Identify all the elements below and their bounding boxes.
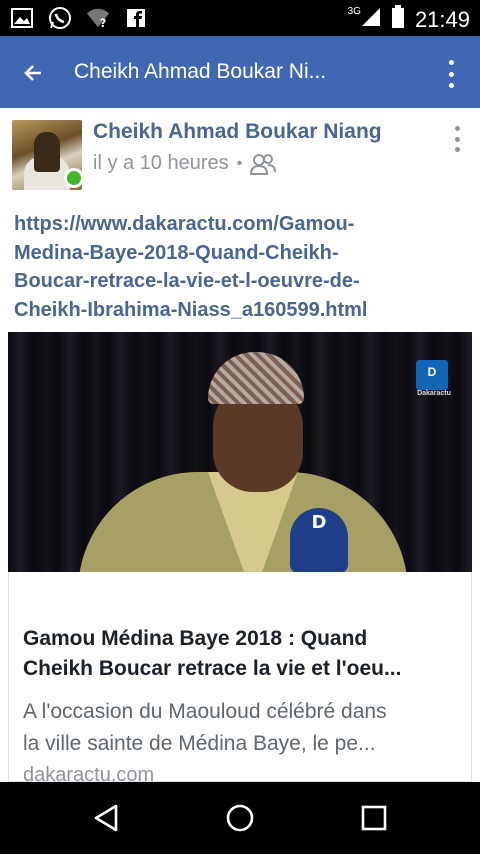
nav-recents-button[interactable] — [354, 800, 394, 836]
dakaractu-logo: D Dakaractu — [416, 360, 451, 397]
battery-icon — [391, 5, 405, 34]
gallery-icon — [10, 6, 34, 30]
microphone: D — [290, 508, 348, 572]
status-notifications: ? — [10, 6, 148, 30]
facebook-icon — [124, 6, 148, 30]
more-vert-icon — [454, 126, 460, 131]
card-title[interactable]: Gamou Médina Baye 2018 : Quand Cheikh Bo… — [23, 624, 453, 684]
clock: 21:49 — [414, 6, 470, 32]
status-bar: ? 3G 21:49 — [0, 0, 480, 36]
nav-back-button[interactable] — [86, 800, 126, 836]
post-options-button[interactable] — [452, 126, 462, 152]
signal-icon — [361, 7, 381, 32]
triangle-back-icon — [94, 804, 118, 832]
online-status-indicator — [64, 168, 84, 188]
author-name[interactable]: Cheikh Ahmad Boukar Niang — [93, 120, 382, 144]
app-bar: Cheikh Ahmad Boukar Ni... — [0, 36, 480, 108]
post-link-line[interactable]: Boucar-retrace-la-vie-et-l-oeuvre-de- — [14, 267, 470, 296]
status-system: 3G 21:49 — [348, 5, 470, 34]
post-link-line[interactable]: https://www.dakaractu.com/Gamou- — [14, 210, 470, 239]
network-type: 3G — [347, 6, 361, 17]
page-title: Cheikh Ahmad Boukar Ni... — [74, 60, 327, 83]
post-link-line[interactable]: Medina-Baye-2018-Quand-Cheikh- — [14, 239, 470, 268]
more-vert-icon — [448, 60, 454, 65]
more-options-button[interactable] — [444, 60, 458, 88]
post-meta: il y a 10 heures • — [93, 152, 277, 175]
post-link[interactable]: https://www.dakaractu.com/Gamou- Medina-… — [14, 210, 470, 324]
meta-separator: • — [236, 154, 243, 172]
friends-icon[interactable] — [250, 153, 277, 175]
whatsapp-icon — [48, 6, 72, 30]
navigation-bar — [0, 782, 480, 854]
back-button[interactable] — [18, 58, 48, 88]
post-time[interactable]: il y a 10 heures — [93, 152, 229, 175]
svg-text:?: ? — [100, 17, 106, 29]
square-recents-icon — [361, 805, 387, 831]
link-preview-image[interactable]: D D Dakaractu — [8, 332, 472, 572]
circle-home-icon — [226, 804, 254, 832]
link-card[interactable]: Gamou Médina Baye 2018 : Quand Cheikh Bo… — [8, 572, 472, 786]
post-link-line[interactable]: Cheikh-Ibrahima-Niass_a160599.html — [14, 296, 470, 325]
wifi-unknown-icon: ? — [86, 6, 110, 30]
nav-home-button[interactable] — [220, 800, 260, 836]
arrow-left-icon — [24, 65, 41, 81]
card-description: A l'occasion du Maouloud célébré dans la… — [23, 700, 387, 755]
